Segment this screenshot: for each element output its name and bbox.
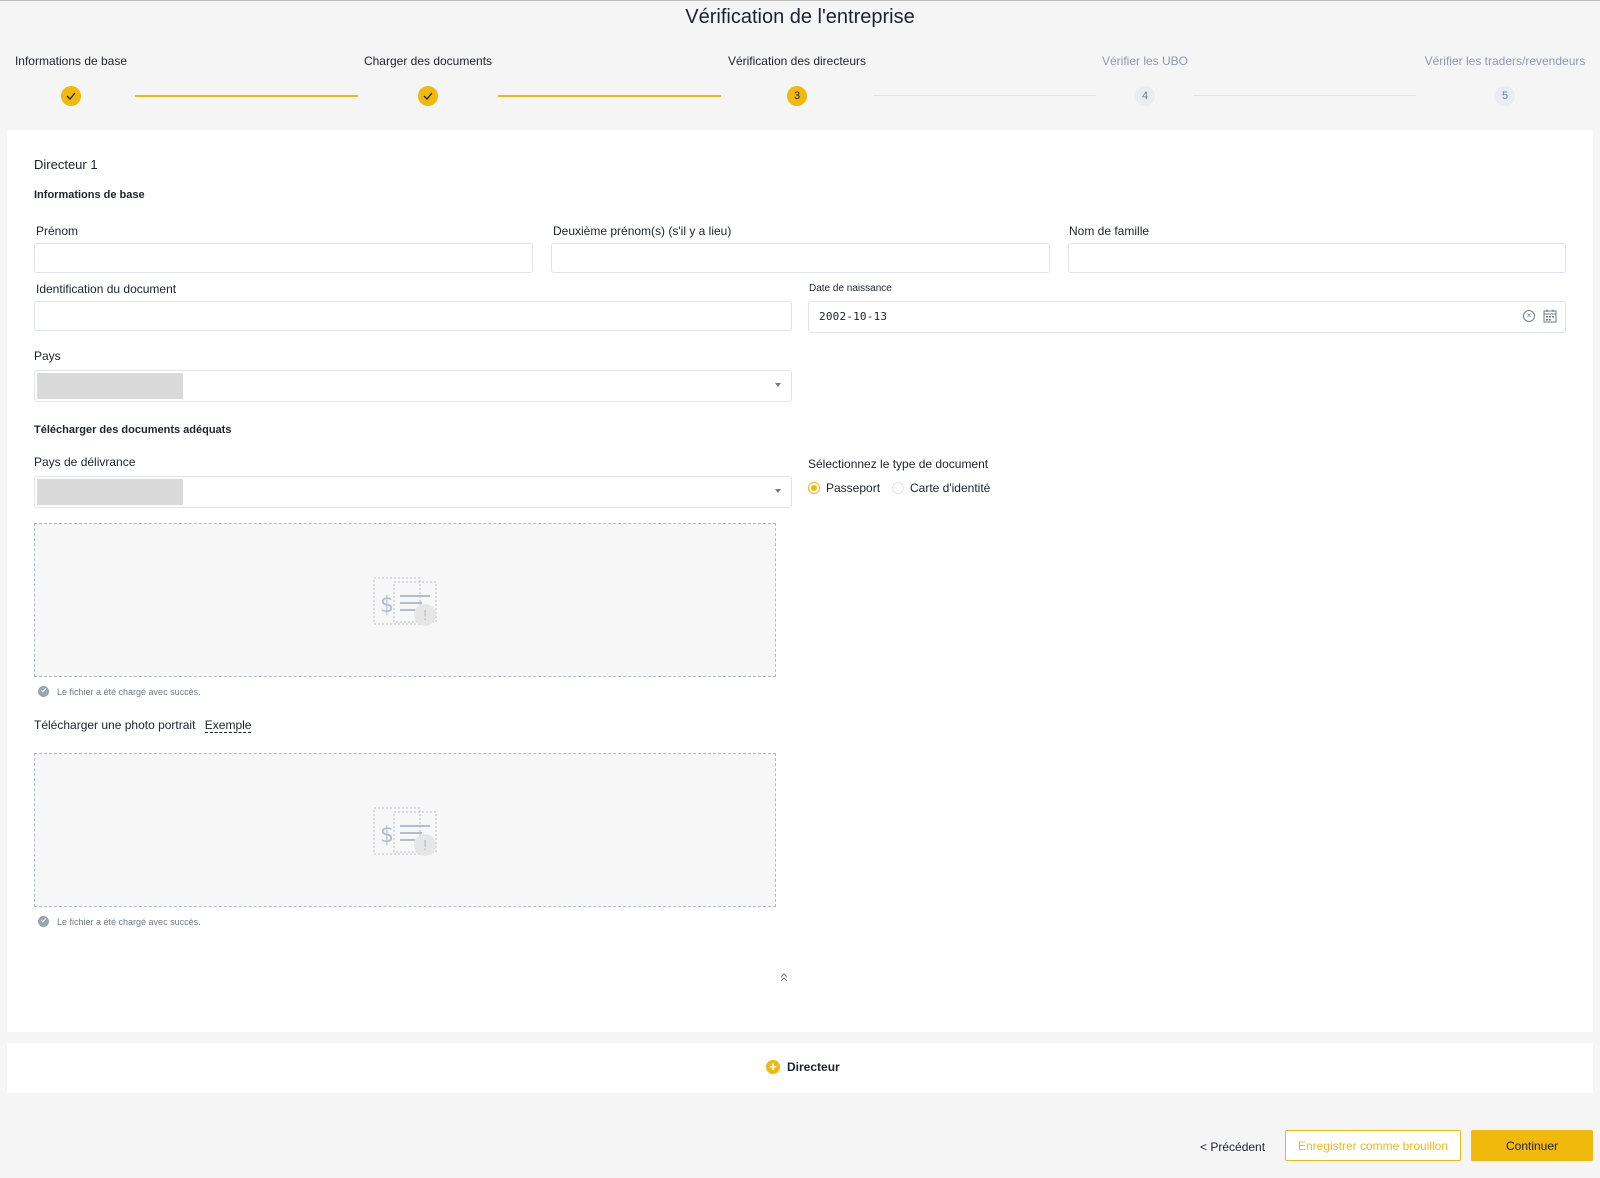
svg-text:!: !	[423, 609, 428, 624]
first-name-input[interactable]	[34, 243, 533, 273]
document-type-label: Sélectionnez le type de document	[808, 457, 989, 471]
add-director-card: + Directeur	[7, 1043, 1593, 1093]
document-id-input[interactable]	[34, 301, 792, 331]
redacted-value	[37, 479, 183, 505]
step-check-icon	[61, 86, 81, 106]
progress-stepper: Informations de base Charger des documen…	[0, 0, 1600, 120]
step-number-5: 5	[1495, 86, 1515, 106]
step-label-basic-info[interactable]: Informations de base	[15, 54, 127, 68]
step-label-traders: Vérifier les traders/revendeurs	[1424, 54, 1586, 68]
step-label-documents[interactable]: Charger des documents	[364, 54, 492, 68]
step-number-4: 4	[1135, 86, 1155, 106]
svg-text:$: $	[380, 823, 394, 848]
last-name-input[interactable]	[1068, 243, 1566, 273]
radio-passport-label: Passeport	[826, 481, 881, 495]
middle-name-input[interactable]	[551, 243, 1050, 273]
document-upload-dropzone[interactable]: $!	[34, 523, 776, 677]
portrait-label: Télécharger une photo portrait Exemple	[34, 718, 252, 733]
chevron-down-icon	[775, 383, 781, 387]
step-number-3: 3	[787, 86, 807, 106]
step-label-ubo: Vérifier les UBO	[1101, 54, 1189, 68]
radio-id-card-label: Carte d'identité	[910, 481, 991, 495]
check-circle-icon	[38, 916, 49, 927]
step-connector	[873, 95, 1096, 96]
birth-date-picker[interactable]: 2002-10-13 ×	[808, 301, 1566, 333]
radio-selected-icon	[808, 482, 820, 494]
svg-text:$: $	[380, 593, 394, 618]
document-id-label: Identification du document	[36, 282, 177, 296]
portrait-upload-status-text: Le fichier a été chargé avec succès.	[57, 916, 201, 927]
add-director-button[interactable]: + Directeur	[766, 1060, 840, 1074]
step-label-directors: Vérification des directeurs	[727, 54, 867, 68]
chevron-down-icon	[775, 489, 781, 493]
step-check-icon	[418, 86, 438, 106]
portrait-upload-status: Le fichier a été chargé avec succès.	[38, 916, 201, 927]
clear-icon[interactable]: ×	[1523, 310, 1535, 322]
issuing-country-label: Pays de délivrance	[34, 455, 136, 469]
step-connector	[498, 95, 721, 97]
document-upload-status: Le fichier a été chargé avec succès.	[38, 686, 201, 697]
svg-text:!: !	[423, 839, 428, 854]
document-placeholder-icon: $!	[372, 806, 440, 863]
footer-actions: < Précédent Enregistrer comme brouillon …	[0, 1130, 1600, 1170]
radio-passport[interactable]: Passeport	[808, 481, 880, 495]
check-circle-icon	[38, 686, 49, 697]
portrait-upload-dropzone[interactable]: $!	[34, 753, 776, 907]
birth-date-value: 2002-10-13	[819, 310, 888, 323]
last-name-label: Nom de famille	[1069, 224, 1150, 238]
example-link[interactable]: Exemple	[204, 718, 252, 733]
portrait-label-text: Télécharger une photo portrait	[34, 718, 196, 732]
first-name-label: Prénom	[36, 224, 79, 238]
plus-icon: +	[766, 1060, 780, 1074]
save-draft-button[interactable]: Enregistrer comme brouillon	[1285, 1130, 1461, 1161]
middle-name-label: Deuxième prénom(s) (s'il y a lieu)	[553, 224, 732, 238]
step-connector	[1193, 95, 1416, 96]
country-label: Pays	[34, 349, 61, 363]
radio-id-card[interactable]: Carte d'identité	[892, 481, 990, 495]
upload-docs-title: Télécharger des documents adéquats	[34, 424, 232, 436]
issuing-country-select[interactable]	[34, 476, 792, 508]
document-upload-status-text: Le fichier a été chargé avec succès.	[57, 686, 201, 697]
redacted-value	[37, 373, 183, 399]
continue-button[interactable]: Continuer	[1471, 1130, 1593, 1161]
birth-date-label: Date de naissance	[809, 283, 892, 294]
calendar-icon[interactable]	[1543, 309, 1557, 328]
radio-unselected-icon	[892, 482, 904, 494]
country-select[interactable]	[34, 370, 792, 402]
director-heading: Directeur 1	[34, 157, 98, 172]
step-connector	[135, 95, 358, 97]
collapse-up-icon[interactable]	[779, 972, 789, 983]
director-card: Directeur 1 Informations de base Prénom …	[7, 130, 1593, 1032]
basic-info-title: Informations de base	[34, 189, 145, 201]
previous-button[interactable]: < Précédent	[1200, 1140, 1265, 1154]
add-director-label: Directeur	[787, 1060, 840, 1074]
document-placeholder-icon: $!	[372, 576, 440, 633]
